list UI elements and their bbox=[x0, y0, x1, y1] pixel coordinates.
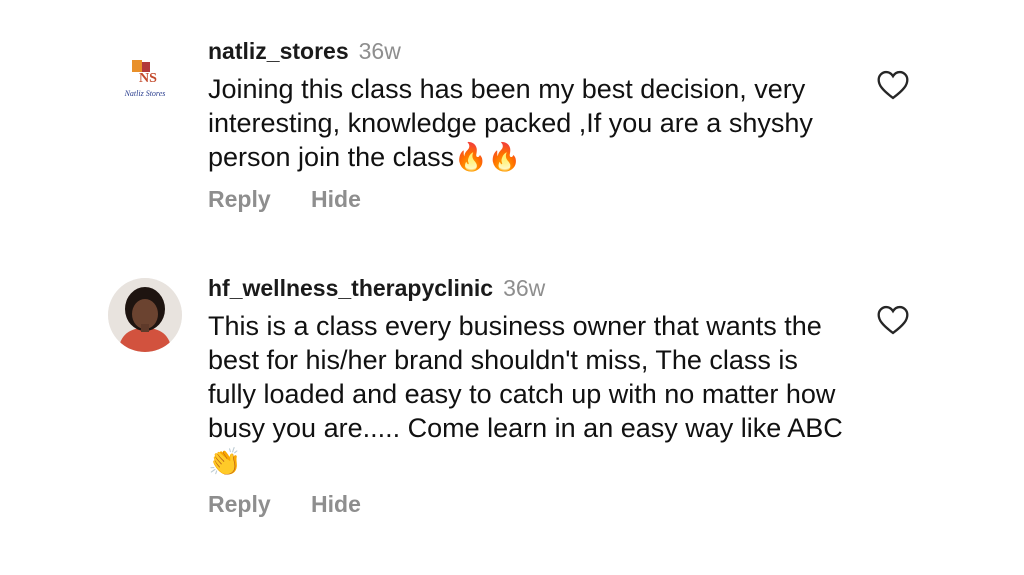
like-button[interactable] bbox=[876, 305, 910, 335]
svg-text:NS: NS bbox=[139, 71, 157, 86]
avatar[interactable] bbox=[108, 278, 182, 352]
comment-text: This is a class every business owner tha… bbox=[208, 311, 843, 477]
comment-text: Joining this class has been my best deci… bbox=[208, 74, 813, 172]
svg-text:Natliz Stores: Natliz Stores bbox=[124, 89, 166, 98]
store-logo-icon: NS Natliz Stores bbox=[124, 60, 166, 98]
hide-button[interactable]: Hide bbox=[311, 491, 361, 517]
avatar[interactable]: NS Natliz Stores bbox=[108, 44, 182, 118]
comment-age: 36w bbox=[358, 38, 401, 64]
reply-button[interactable]: Reply bbox=[208, 186, 271, 212]
heart-icon bbox=[877, 70, 909, 100]
username[interactable]: natliz_stores bbox=[208, 38, 349, 64]
profile-photo-icon bbox=[108, 278, 182, 352]
username[interactable]: hf_wellness_therapyclinic bbox=[208, 275, 493, 301]
comment-age: 36w bbox=[503, 275, 546, 301]
hide-button[interactable]: Hide bbox=[311, 186, 361, 212]
reply-button[interactable]: Reply bbox=[208, 491, 271, 517]
like-button[interactable] bbox=[876, 70, 910, 100]
heart-icon bbox=[877, 305, 909, 335]
